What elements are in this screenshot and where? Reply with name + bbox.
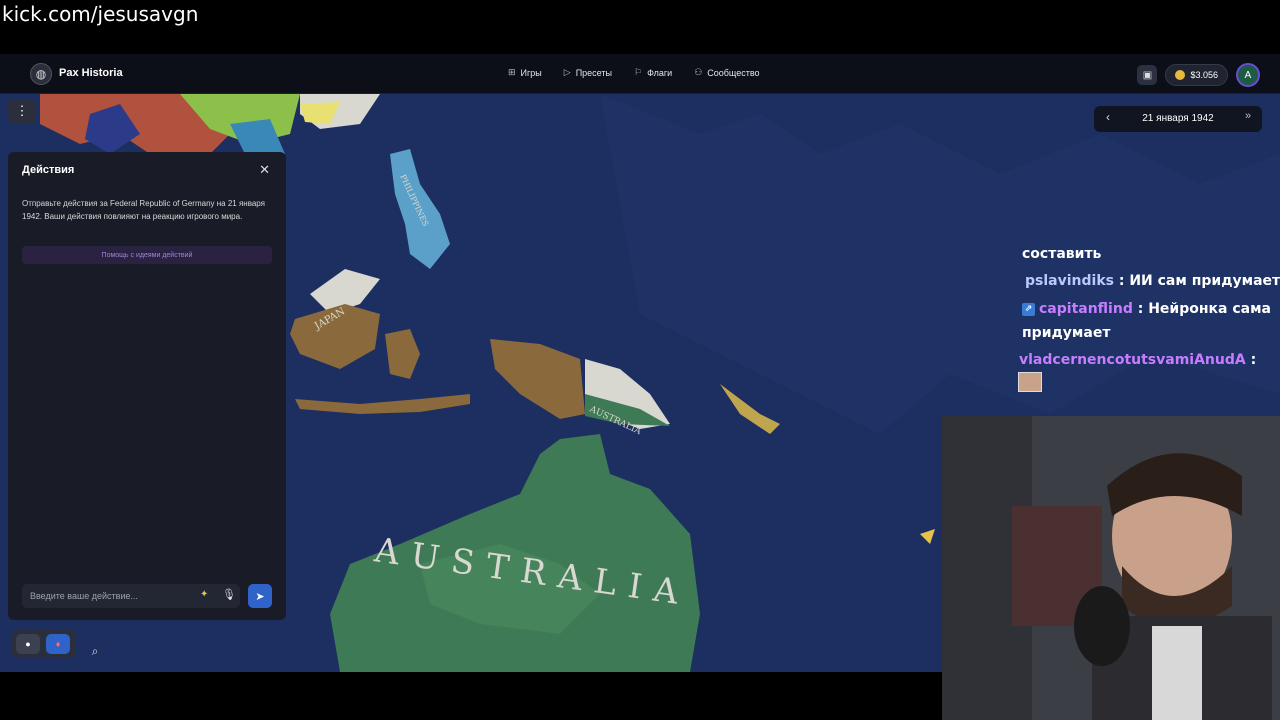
nav-label: Флаги [647, 67, 673, 78]
mode-toggle: ● ♦ [12, 630, 76, 658]
search-button[interactable]: ⌕ [84, 640, 106, 662]
send-icon: ➤ [255, 590, 265, 603]
balance-value: $3.056 [1190, 70, 1218, 80]
chat-text: : [1250, 352, 1257, 368]
action-input[interactable] [30, 589, 190, 603]
flame-icon: ♦ [55, 639, 61, 649]
chat-username: pslavindiks [1025, 273, 1114, 289]
prev-date-button[interactable]: ‹ [1100, 110, 1116, 128]
chat-line: ⇗ capitanflind : Нейронка сама [1022, 301, 1271, 317]
gift-button[interactable]: ▣ [1137, 65, 1158, 85]
action-ideas-button[interactable]: Помощь с идеями действий [22, 246, 272, 264]
current-date: 21 января 1942 [1142, 113, 1214, 124]
nav-item-flags[interactable]: ⚐ Флаги [634, 67, 672, 78]
send-button[interactable]: ➤ [248, 584, 272, 608]
gift-icon: ▣ [1142, 69, 1153, 81]
action-mode-button[interactable]: ♦ [46, 634, 70, 654]
chat-username: capitanflind [1039, 301, 1133, 317]
chat-mode-button[interactable]: ● [16, 634, 40, 654]
chat-line: pslavindiks : ИИ сам придумает [1025, 273, 1280, 289]
chat-text: : ИИ сам придумает [1118, 273, 1280, 289]
flag-icon: ⚐ [633, 67, 643, 77]
panel-description: Отправьте действия за Federal Republic o… [22, 199, 265, 221]
chat-username: vladcernencotutsvamiAnudA [1019, 352, 1246, 368]
nav-item-presets[interactable]: ▷ Пресеты [564, 67, 612, 78]
coin-icon [1175, 70, 1186, 80]
subscriber-badge-icon: ⇗ [1022, 302, 1035, 316]
microphone-icon[interactable]: 🎙 [222, 588, 236, 601]
panel-title: Действия [22, 164, 75, 176]
close-icon[interactable]: ✕ [259, 162, 270, 178]
nav-item-games[interactable]: ⊞ Игры [508, 67, 542, 78]
advance-date-button[interactable]: » [1240, 110, 1256, 128]
more-vertical-icon: ⋮ [15, 103, 29, 118]
users-icon: ⚇ [694, 67, 703, 77]
main-nav: ⊞ Игры ▷ Пресеты ⚐ Флаги ⚇ Сообщество [508, 67, 760, 78]
menu-button[interactable]: ⋮ [8, 99, 36, 123]
chat-line: придумает [1022, 325, 1110, 341]
nav-item-community[interactable]: ⚇ Сообщество [694, 67, 759, 78]
webcam-image [942, 416, 1280, 720]
gamepad-icon: ⊞ [508, 67, 516, 77]
search-icon: ⌕ [91, 643, 99, 658]
chat-line: vladcernencotutsvamiAnudA : [1019, 352, 1256, 368]
nav-label: Пресеты [575, 67, 612, 78]
action-input-wrapper: ✦ 🎙 [22, 584, 240, 608]
user-avatar[interactable]: A [1236, 63, 1260, 87]
chevron-left-icon: ‹ [1106, 110, 1110, 124]
chat-emote [1018, 372, 1042, 392]
nav-label: Сообщество [707, 67, 760, 78]
webcam-feed [942, 416, 1280, 720]
play-icon: ▷ [563, 67, 571, 77]
brand-name[interactable]: Pax Historia [59, 67, 123, 79]
stream-overlay-top: kick.com/jesusavgn [0, 0, 1280, 54]
sparkle-icon[interactable]: ✦ [200, 589, 208, 600]
top-navigation-bar: ◍ Pax Historia ⊞ Игры ▷ Пресеты ⚐ Флаги ⚇ Со… [0, 54, 1280, 94]
stream-url: kick.com/jesusavgn [2, 2, 199, 26]
chat-text: составить [1022, 246, 1102, 262]
nav-label: Игры [520, 67, 542, 78]
chat-line: составить [1022, 246, 1101, 262]
chat-bubble-icon: ● [25, 639, 31, 649]
account-controls: ▣ $3.056 A [1137, 63, 1260, 87]
double-chevron-right-icon: » [1244, 110, 1252, 122]
stream-overlay-bottom [0, 672, 942, 720]
balance-badge[interactable]: $3.056 [1165, 64, 1228, 86]
globe-logo-icon[interactable]: ◍ [30, 63, 52, 85]
chat-text: придумает [1022, 325, 1111, 341]
actions-panel: Действия ✕ Отправьте действия за Federal… [8, 152, 286, 620]
date-controls: ‹ 21 января 1942 » [1094, 106, 1262, 132]
chat-text: : Нейронка сама [1137, 301, 1271, 317]
stream-chat-overlay: составить pslavindiks : ИИ сам придумает… [1014, 190, 1280, 392]
